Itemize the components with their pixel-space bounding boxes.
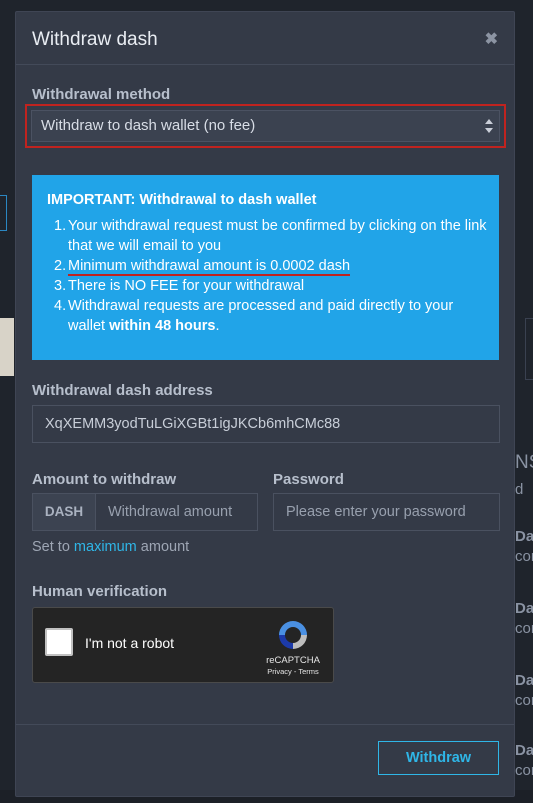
- withdraw-modal: Withdraw dash ✖ Withdrawal method Withdr…: [15, 11, 515, 797]
- close-icon[interactable]: ✖: [485, 29, 498, 49]
- background-text: Da: [515, 742, 533, 759]
- select-arrows-icon: [485, 119, 493, 133]
- info-item: 2. Minimum withdrawal amount is 0.0002 da…: [54, 258, 351, 276]
- address-label: Withdrawal dash address: [32, 382, 213, 399]
- background-text: con: [515, 548, 533, 565]
- password-placeholder: Please enter your password: [286, 504, 466, 520]
- info-title: IMPORTANT: Withdrawal to dash wallet: [47, 192, 317, 208]
- info-item: 4. Withdrawal requests are processed and …: [54, 298, 454, 334]
- recaptcha-links: Privacy - Terms: [267, 667, 319, 676]
- verification-label: Human verification: [32, 583, 168, 600]
- background-text: Da: [515, 672, 533, 689]
- maximum-link[interactable]: maximum: [74, 539, 137, 555]
- modal-title: Withdraw dash: [32, 29, 158, 50]
- withdrawal-method-select[interactable]: Withdraw to dash wallet (no fee): [31, 110, 500, 142]
- set-max-text: Set to maximum amount: [32, 539, 190, 555]
- recaptcha-label: I'm not a robot: [85, 635, 175, 651]
- minimum-amount-highlight: Minimum withdrawal amount is 0.0002 dash: [68, 258, 351, 276]
- recaptcha-widget: I'm not a robot reCAPTCHA Privacy - Term…: [32, 607, 334, 683]
- info-item: 3. There is NO FEE for your withdrawal: [54, 278, 305, 294]
- background-text: Da: [515, 528, 533, 545]
- background-panel-edge: [525, 318, 533, 380]
- background-text: con: [515, 620, 533, 637]
- currency-addon: DASH: [32, 493, 96, 531]
- privacy-link[interactable]: Privacy: [267, 667, 292, 676]
- background-text: con: [515, 762, 533, 779]
- modal-header: Withdraw dash ✖: [16, 12, 514, 65]
- info-list: 1. Your withdrawal request must be confir…: [54, 216, 488, 336]
- background-text: Da: [515, 600, 533, 617]
- amount-placeholder: Withdrawal amount: [108, 504, 233, 520]
- password-input[interactable]: Please enter your password: [273, 493, 500, 531]
- password-label: Password: [273, 471, 344, 488]
- recaptcha-checkbox[interactable]: [45, 628, 73, 656]
- info-item: 1. Your withdrawal request must be confir…: [54, 218, 487, 254]
- withdrawal-method-label: Withdrawal method: [32, 86, 171, 103]
- background-button-edge: [0, 195, 7, 231]
- modal-footer: Withdraw: [16, 724, 514, 797]
- amount-label: Amount to withdraw: [32, 471, 177, 488]
- recaptcha-logo-icon: [279, 621, 307, 649]
- terms-link[interactable]: Terms: [298, 667, 318, 676]
- address-input[interactable]: XqXEMM3yodTuLGiXGBt1igJKCb6mhCMc88: [32, 405, 500, 443]
- background-image-edge: [0, 318, 14, 376]
- important-info-box: IMPORTANT: Withdrawal to dash wallet 1. Y…: [32, 175, 499, 360]
- background-text: d: [515, 481, 524, 498]
- withdrawal-method-highlight: Withdraw to dash wallet (no fee): [25, 104, 506, 148]
- background-text: NS: [515, 452, 533, 473]
- background-text: con: [515, 692, 533, 709]
- amount-input[interactable]: Withdrawal amount: [95, 493, 258, 531]
- recaptcha-brand: reCAPTCHA: [266, 655, 320, 666]
- withdrawal-method-value: Withdraw to dash wallet (no fee): [41, 117, 256, 134]
- withdraw-button[interactable]: Withdraw: [378, 741, 499, 775]
